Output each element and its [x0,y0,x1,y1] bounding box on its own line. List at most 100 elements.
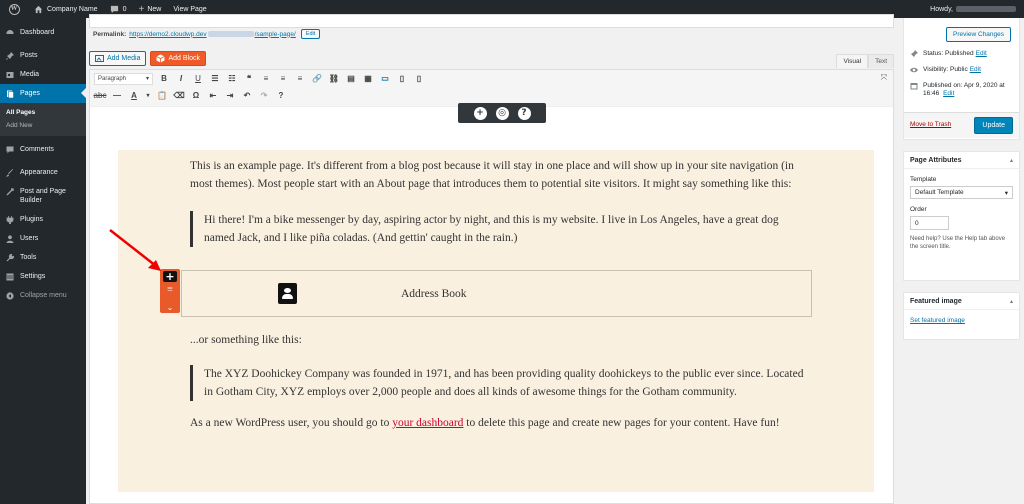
unlink-icon[interactable]: ⛓ [328,73,340,85]
address-book-icon [278,283,297,304]
numbered-list-icon[interactable]: ☷ [226,73,238,85]
help-icon[interactable]: ? [517,106,531,120]
tab-visual[interactable]: Visual [836,54,869,68]
editor-main: Permalink: https://demo2.cloudwp.dev /sa… [86,14,900,504]
order-input[interactable]: 0 [910,216,949,230]
page-attributes-header[interactable]: Page Attributes ▴ [904,152,1019,169]
my-account[interactable]: Howdy, [924,0,1024,18]
collapse-icon[interactable]: ▴ [1010,157,1013,164]
media-icon [6,71,14,79]
align-left-icon[interactable]: ≡ [260,73,272,85]
sidebar-item-label: Posts [20,52,38,59]
published-edit-link[interactable]: Edit [943,90,954,97]
fullscreen-icon[interactable]: ⤧ [881,73,887,83]
status-row: Status: Published Edit [904,50,1019,58]
redo-icon[interactable]: ↷ [258,90,270,102]
featured-image-header[interactable]: Featured image ▴ [904,293,1019,310]
sidebar-item-pages[interactable]: Pages [0,84,86,103]
collapse-icon[interactable]: ▴ [1010,298,1013,305]
read-more-icon[interactable]: ▤ [345,73,357,85]
sidebar-item-label: Media [20,71,40,78]
wordpress-logo-icon[interactable] [0,0,28,18]
menu-icon[interactable]: ≡ [164,285,176,295]
settings-icon [6,273,14,281]
underline-icon[interactable]: U [192,73,204,85]
sidebar-item-media[interactable]: Media [0,65,86,84]
chevron-down-icon[interactable]: ⌄ [164,299,176,317]
submenu-add-new[interactable]: Add New [0,119,86,132]
status-edit-link[interactable]: Edit [976,50,987,58]
add-media-button[interactable]: Add Media [89,51,147,66]
set-featured-image-link[interactable]: Set featured image [910,317,965,324]
permalink-url[interactable]: https://demo2.cloudwp.dev [129,31,206,38]
add-block-button[interactable]: Add Block [150,51,206,66]
sidebar-item-settings[interactable]: Settings [0,267,86,286]
tab-text[interactable]: Text [868,54,894,68]
outdent-icon[interactable]: ⇤ [207,90,219,102]
permalink-row: Permalink: https://demo2.cloudwp.dev /sa… [93,27,321,41]
sidebar-item-comments[interactable]: Comments [0,140,86,159]
cube-icon [156,54,166,63]
desktop-icon[interactable]: ▭ [379,73,391,85]
collapse-menu-button[interactable]: Collapse menu [0,286,86,305]
view-page-label: View Page [173,5,207,13]
indent-icon[interactable]: ⇥ [224,90,236,102]
sidebar-item-users[interactable]: Users [0,229,86,248]
sidebar-item-post-and-page-builder[interactable]: Post and Page Builder [0,182,86,210]
editor-content-area[interactable]: + ◎ ? This is an example page. It's diff… [89,103,894,504]
blockquote: The XYZ Doohickey Company was founded in… [190,365,810,401]
permalink-edit-button[interactable]: Edit [300,29,321,39]
sidebar-item-plugins[interactable]: Plugins [0,210,86,229]
permalink-slug[interactable]: /sample-page/ [255,31,296,38]
undo-icon[interactable]: ↶ [241,90,253,102]
brush-icon [6,168,14,177]
bullet-list-icon[interactable]: ☰ [209,73,221,85]
sidebar-item-posts[interactable]: Posts [0,46,86,65]
blockquote-icon[interactable]: ❝ [243,73,255,85]
collapse-icon [6,291,14,300]
help-icon[interactable]: ? [275,90,287,102]
dashboard-link[interactable]: your dashboard [392,417,463,429]
strikethrough-icon[interactable]: abc [94,90,107,102]
globe-icon[interactable]: ◎ [495,106,509,120]
media-icon [95,55,104,62]
title-input[interactable] [89,14,894,28]
editor-tabs: Visual Text [836,54,894,68]
horizontal-line-icon[interactable]: — [111,90,123,102]
template-select[interactable]: Default Template ▾ [910,186,1013,199]
address-book-block[interactable]: Address Book [181,270,812,317]
sidebar-item-label: Comments [20,146,54,153]
chevron-down-icon[interactable]: ▾ [145,90,151,102]
move-to-trash-link[interactable]: Move to Trash [910,121,951,128]
italic-icon[interactable]: I [175,73,187,85]
help-text: Need help? Use the Help tab above the sc… [910,236,1006,250]
blockquote-text: The XYZ Doohickey Company was founded in… [204,368,804,398]
clear-formatting-icon[interactable]: ⌫ [173,90,185,102]
visibility-label: Visibility: [923,66,949,73]
pin-icon [6,51,14,60]
format-select-value: Paragraph [98,75,127,82]
visibility-edit-link[interactable]: Edit [970,66,981,74]
chevron-down-icon: ▾ [1004,189,1008,197]
align-center-icon[interactable]: ≡ [277,73,289,85]
pages-submenu: All Pages Add New [0,103,86,136]
add-icon[interactable]: + [473,106,487,120]
bold-icon[interactable]: B [158,73,170,85]
text-color-icon[interactable]: A [128,90,140,102]
sidebar-item-tools[interactable]: Tools [0,248,86,267]
format-select[interactable]: Paragraph ▾ [94,72,153,85]
toolbar-toggle-icon[interactable]: ▦ [362,73,374,85]
phone-icon[interactable]: ▯ [413,73,425,85]
special-character-icon[interactable]: Ω [190,90,202,102]
paste-text-icon[interactable]: 📋 [156,90,168,102]
sidebar-item-appearance[interactable]: Appearance [0,163,86,182]
submenu-all-pages[interactable]: All Pages [0,106,86,119]
home-icon [34,5,43,13]
update-button[interactable]: Update [974,117,1013,134]
blockquote-text: Hi there! I'm a bike messenger by day, a… [204,214,779,244]
preview-changes-button[interactable]: Preview Changes [946,27,1011,42]
align-right-icon[interactable]: ≡ [294,73,306,85]
sidebar-item-dashboard[interactable]: Dashboard [0,23,86,42]
link-icon[interactable]: 🔗 [311,73,323,85]
tablet-icon[interactable]: ▯ [396,73,408,85]
